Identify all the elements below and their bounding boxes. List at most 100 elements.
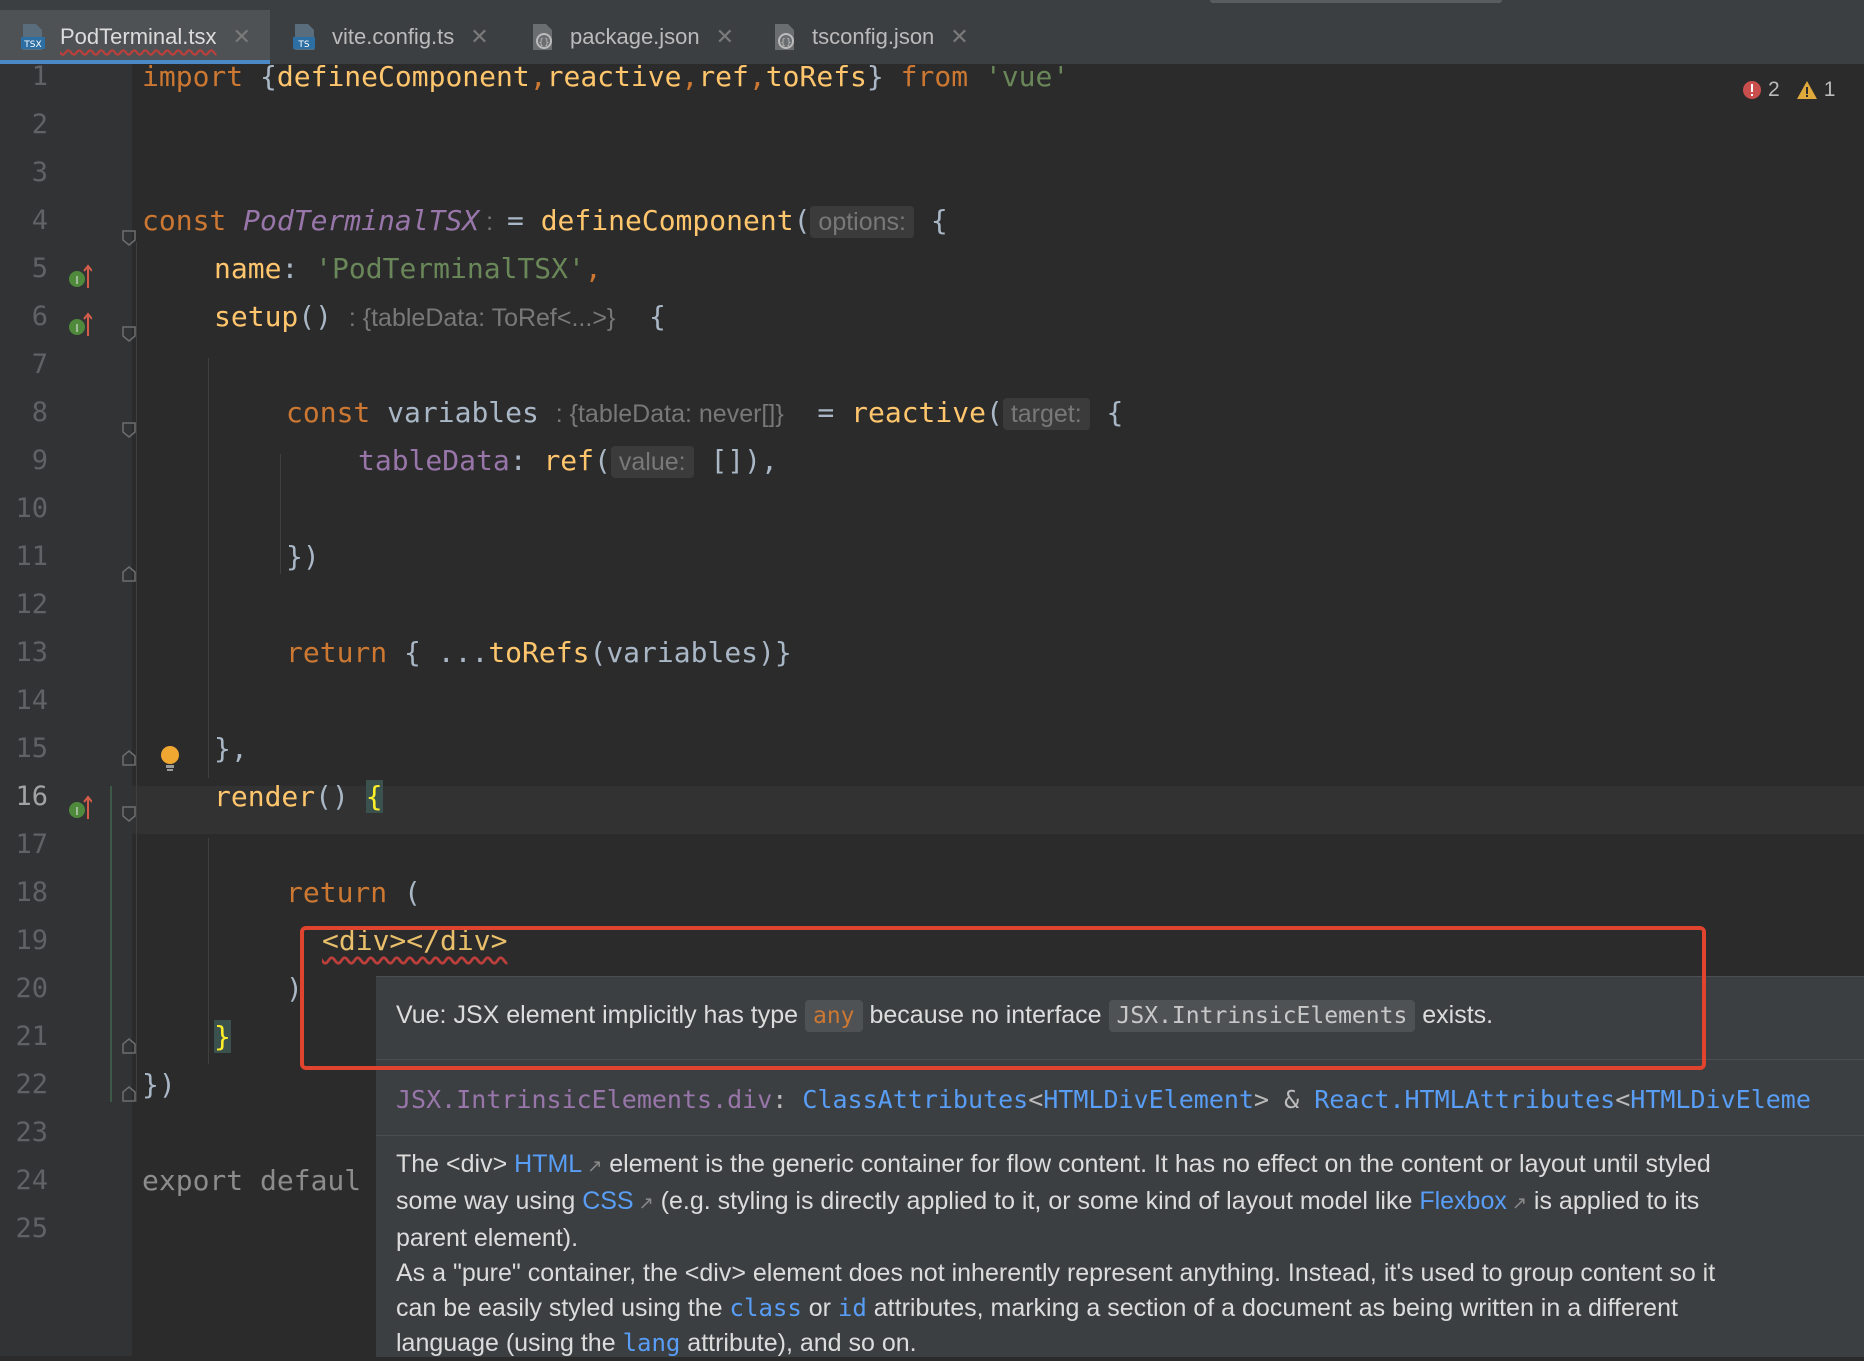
- line-number: 19: [15, 925, 48, 956]
- punc: ,: [584, 252, 602, 285]
- line-number: 20: [15, 973, 48, 1004]
- type-link[interactable]: React.HTMLAttributes: [1314, 1085, 1615, 1114]
- punc: (: [985, 396, 1003, 429]
- inspection-widget[interactable]: 2 1: [1742, 78, 1835, 102]
- implementation-marker-icon[interactable]: I: [68, 795, 93, 821]
- fn: ref: [543, 444, 595, 477]
- fold-end-icon[interactable]: [122, 750, 136, 766]
- tab-vite-config-ts[interactable]: TS vite.config.ts ✕: [272, 10, 498, 64]
- highlight-annotation: [300, 926, 1706, 1070]
- param-hint: target:: [1002, 398, 1090, 430]
- type-link[interactable]: ClassAttributes: [802, 1085, 1028, 1114]
- ts-file-icon: TS: [292, 23, 318, 51]
- close-icon[interactable]: ✕: [950, 24, 968, 50]
- line-number: 10: [15, 493, 48, 524]
- indent-guide: [208, 838, 209, 1064]
- sig-name: JSX.IntrinsicElements.div: [396, 1085, 773, 1114]
- doc-text: attributes, marking a section of a docum…: [866, 1294, 1678, 1322]
- search-field-edge: [1210, 0, 1502, 3]
- doc-link-html[interactable]: HTML: [514, 1150, 582, 1178]
- type-link[interactable]: HTMLDivEleme: [1630, 1085, 1811, 1114]
- doc-link-lang[interactable]: lang: [623, 1329, 681, 1357]
- punc: }: [866, 60, 901, 93]
- punc: (: [387, 876, 421, 909]
- doc-link-class[interactable]: class: [730, 1294, 802, 1322]
- fold-end-icon[interactable]: [122, 566, 136, 582]
- punc: {: [243, 60, 277, 93]
- punc: (: [793, 204, 811, 237]
- fold-end-icon[interactable]: [122, 1038, 136, 1054]
- ident: defineComponent: [276, 60, 530, 93]
- type-link[interactable]: HTMLDivElement: [1043, 1085, 1254, 1114]
- line-number: 5: [31, 253, 48, 284]
- title-bar: [0, 0, 1864, 10]
- punc: =: [783, 396, 852, 429]
- fn: reactive: [851, 396, 986, 429]
- tab-podterminal-tsx[interactable]: TSX PodTerminal.tsx ✕: [0, 10, 270, 64]
- close-icon[interactable]: ✕: [470, 24, 488, 50]
- punc: ,: [748, 60, 766, 93]
- close-icon[interactable]: ✕: [233, 24, 251, 50]
- lightbulb-icon[interactable]: [158, 744, 182, 776]
- key: tableData: [358, 444, 510, 477]
- indent-guide: [136, 242, 137, 1102]
- indent-guide: [280, 454, 281, 574]
- ident: variables: [387, 396, 556, 429]
- tab-tsconfig-json[interactable]: {} tsconfig.json ✕: [752, 10, 982, 64]
- doc-text: or: [801, 1294, 838, 1322]
- punc: =: [506, 204, 541, 237]
- doc-text: attribute), and so on.: [680, 1329, 917, 1357]
- doc-text: can be easily styled using the: [396, 1294, 730, 1322]
- punc: (variables)}: [589, 636, 792, 669]
- doc-link-css[interactable]: CSS: [582, 1187, 633, 1215]
- brace-match: }: [214, 1020, 231, 1053]
- doc-body: The <div> HTML ↗ element is the generic …: [396, 1147, 1864, 1361]
- punc: :: [281, 252, 316, 285]
- type-signature: JSX.IntrinsicElements.div: ClassAttribut…: [396, 1085, 1811, 1114]
- close-icon[interactable]: ✕: [716, 24, 734, 50]
- doc-link-flexbox[interactable]: Flexbox: [1419, 1187, 1507, 1215]
- fn: defineComponent: [540, 204, 794, 237]
- svg-text:I: I: [75, 274, 78, 287]
- svg-text:I: I: [75, 805, 78, 818]
- fold-icon[interactable]: [122, 422, 136, 438]
- code-line-15: },: [214, 732, 248, 765]
- line-number: 18: [15, 877, 48, 908]
- fn: toRefs: [488, 636, 590, 669]
- doc-link-id[interactable]: id: [838, 1294, 867, 1322]
- punc: []),: [693, 444, 778, 477]
- code-line-18: return (: [286, 876, 421, 909]
- punc: :: [509, 444, 544, 477]
- fold-end-icon[interactable]: [122, 1086, 136, 1102]
- doc-text: element is the generic container for flo…: [602, 1150, 1711, 1178]
- line-number: 11: [15, 541, 48, 572]
- punc: {: [615, 300, 666, 333]
- punc: (: [594, 444, 611, 477]
- tab-label: PodTerminal.tsx: [60, 24, 217, 49]
- tab-package-json[interactable]: {} package.json ✕: [510, 10, 742, 64]
- implementation-marker-icon[interactable]: I: [68, 264, 93, 290]
- type-hint: : {tableData: ToRef<...>}: [348, 304, 616, 332]
- code-line-13: return { ...toRefs(variables)}: [286, 636, 792, 669]
- sig-punc: > &: [1253, 1085, 1315, 1114]
- fold-icon[interactable]: [122, 230, 136, 246]
- fold-icon[interactable]: [122, 326, 136, 342]
- line-number: 24: [15, 1165, 48, 1196]
- code-line-21: }: [214, 1020, 231, 1053]
- doc-line: The <div> HTML ↗ element is the generic …: [396, 1147, 1864, 1184]
- warning-count: 1: [1823, 78, 1836, 101]
- code-line-22: }): [142, 1068, 176, 1101]
- string: 'PodTerminalTSX': [315, 252, 585, 285]
- error-count: 2: [1768, 78, 1780, 101]
- code-line-9: tableData: ref(value: []),: [358, 444, 778, 478]
- svg-text:{}: {}: [780, 38, 791, 48]
- fn: render: [214, 780, 316, 813]
- code-line-24: export defaul: [142, 1164, 362, 1197]
- external-link-icon: ↗: [633, 1193, 654, 1213]
- fold-icon[interactable]: [122, 806, 136, 822]
- line-number: 13: [15, 637, 48, 668]
- external-link-icon: ↗: [582, 1156, 603, 1176]
- line-number-current: 16: [15, 781, 48, 812]
- doc-line: some way using CSS ↗ (e.g. styling is di…: [396, 1184, 1864, 1221]
- implementation-marker-icon[interactable]: I: [68, 312, 93, 338]
